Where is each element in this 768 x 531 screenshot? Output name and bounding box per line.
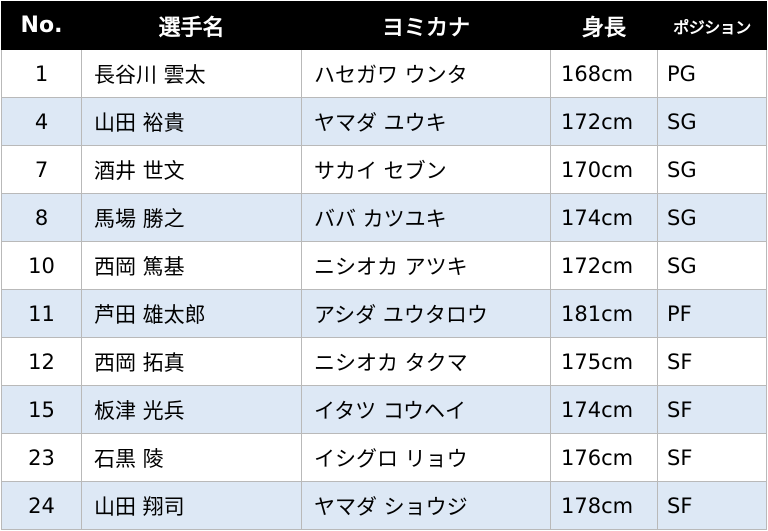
cell-reading: ヤマダ ユウキ	[301, 97, 551, 146]
table-row: 12 西岡 拓真 ニシオカ タクマ 175cm SF	[1, 337, 767, 386]
cell-height: 168cm	[550, 49, 658, 98]
cell-reading: ハセガワ ウンタ	[301, 49, 551, 98]
cell-height: 181cm	[550, 289, 658, 338]
cell-reading: ニシオカ アツキ	[301, 241, 551, 290]
table-row: 23 石黒 陵 イシグロ リョウ 176cm SF	[1, 433, 767, 482]
cell-position: SG	[657, 145, 767, 194]
cell-position: SG	[657, 241, 767, 290]
table-row: 4 山田 裕貴 ヤマダ ユウキ 172cm SG	[1, 97, 767, 146]
cell-reading: アシダ ユウタロウ	[301, 289, 551, 338]
cell-height: 175cm	[550, 337, 658, 386]
table-row: 7 酒井 世文 サカイ セブン 170cm SG	[1, 145, 767, 194]
cell-number: 10	[1, 241, 82, 290]
cell-number: 24	[1, 481, 82, 530]
cell-height: 176cm	[550, 433, 658, 482]
cell-position: SF	[657, 481, 767, 530]
table-header: No. 選手名 ヨミカナ 身長 ポジション	[1, 1, 767, 50]
cell-position: SF	[657, 433, 767, 482]
cell-number: 23	[1, 433, 82, 482]
cell-position: SF	[657, 337, 767, 386]
cell-reading: ヤマダ ショウジ	[301, 481, 551, 530]
header-number: No.	[1, 1, 82, 50]
table-row: 11 芦田 雄太郎 アシダ ユウタロウ 181cm PF	[1, 289, 767, 338]
cell-height: 172cm	[550, 97, 658, 146]
cell-reading: ババ カツユキ	[301, 193, 551, 242]
table-row: 10 西岡 篤基 ニシオカ アツキ 172cm SG	[1, 241, 767, 290]
cell-number: 4	[1, 97, 82, 146]
cell-player-name: 西岡 篤基	[81, 241, 302, 290]
header-position: ポジション	[657, 1, 767, 50]
cell-height: 174cm	[550, 385, 658, 434]
header-reading: ヨミカナ	[301, 1, 551, 50]
cell-number: 7	[1, 145, 82, 194]
cell-number: 12	[1, 337, 82, 386]
cell-player-name: 石黒 陵	[81, 433, 302, 482]
cell-player-name: 酒井 世文	[81, 145, 302, 194]
cell-height: 178cm	[550, 481, 658, 530]
cell-reading: イタツ コウヘイ	[301, 385, 551, 434]
cell-number: 1	[1, 49, 82, 98]
cell-player-name: 山田 翔司	[81, 481, 302, 530]
cell-number: 15	[1, 385, 82, 434]
cell-player-name: 馬場 勝之	[81, 193, 302, 242]
cell-number: 11	[1, 289, 82, 338]
cell-height: 172cm	[550, 241, 658, 290]
cell-position: PF	[657, 289, 767, 338]
table-body: 1 長谷川 雲太 ハセガワ ウンタ 168cm PG 4 山田 裕貴 ヤマダ ユ…	[1, 49, 767, 530]
header-height: 身長	[550, 1, 658, 50]
table-row: 8 馬場 勝之 ババ カツユキ 174cm SG	[1, 193, 767, 242]
table-row: 15 板津 光兵 イタツ コウヘイ 174cm SF	[1, 385, 767, 434]
table-row: 1 長谷川 雲太 ハセガワ ウンタ 168cm PG	[1, 49, 767, 98]
cell-player-name: 西岡 拓真	[81, 337, 302, 386]
cell-player-name: 山田 裕貴	[81, 97, 302, 146]
cell-player-name: 板津 光兵	[81, 385, 302, 434]
cell-reading: サカイ セブン	[301, 145, 551, 194]
header-player-name: 選手名	[81, 1, 302, 50]
cell-reading: ニシオカ タクマ	[301, 337, 551, 386]
cell-position: PG	[657, 49, 767, 98]
table-row: 24 山田 翔司 ヤマダ ショウジ 178cm SF	[1, 481, 767, 530]
cell-reading: イシグロ リョウ	[301, 433, 551, 482]
cell-position: SG	[657, 193, 767, 242]
cell-height: 170cm	[550, 145, 658, 194]
cell-position: SG	[657, 97, 767, 146]
cell-player-name: 長谷川 雲太	[81, 49, 302, 98]
cell-player-name: 芦田 雄太郎	[81, 289, 302, 338]
cell-position: SF	[657, 385, 767, 434]
cell-number: 8	[1, 193, 82, 242]
header-row: No. 選手名 ヨミカナ 身長 ポジション	[1, 1, 767, 50]
player-roster-table: No. 選手名 ヨミカナ 身長 ポジション 1 長谷川 雲太 ハセガワ ウンタ …	[1, 1, 767, 530]
cell-height: 174cm	[550, 193, 658, 242]
